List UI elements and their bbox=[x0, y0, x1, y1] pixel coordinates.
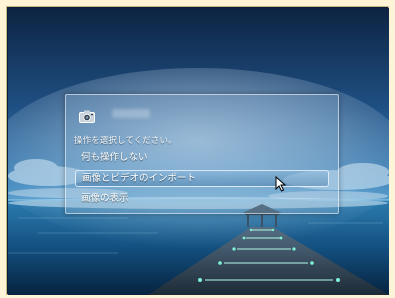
mouse-pointer-icon bbox=[275, 175, 287, 192]
dialog-prompt: 操作を選択してください。 bbox=[74, 136, 177, 146]
option-import-pictures-videos[interactable]: 画像とビデオのインポート bbox=[75, 170, 329, 187]
camera-icon bbox=[79, 108, 95, 123]
option-view-pictures[interactable]: 画像の表示 bbox=[75, 191, 329, 206]
option-take-no-action[interactable]: 何も操作しない bbox=[75, 150, 329, 165]
device-name-blurred bbox=[112, 109, 150, 118]
autoplay-dialog: 操作を選択してください。 何も操作しない 画像とビデオのインポート 画像の表示 bbox=[65, 94, 339, 214]
